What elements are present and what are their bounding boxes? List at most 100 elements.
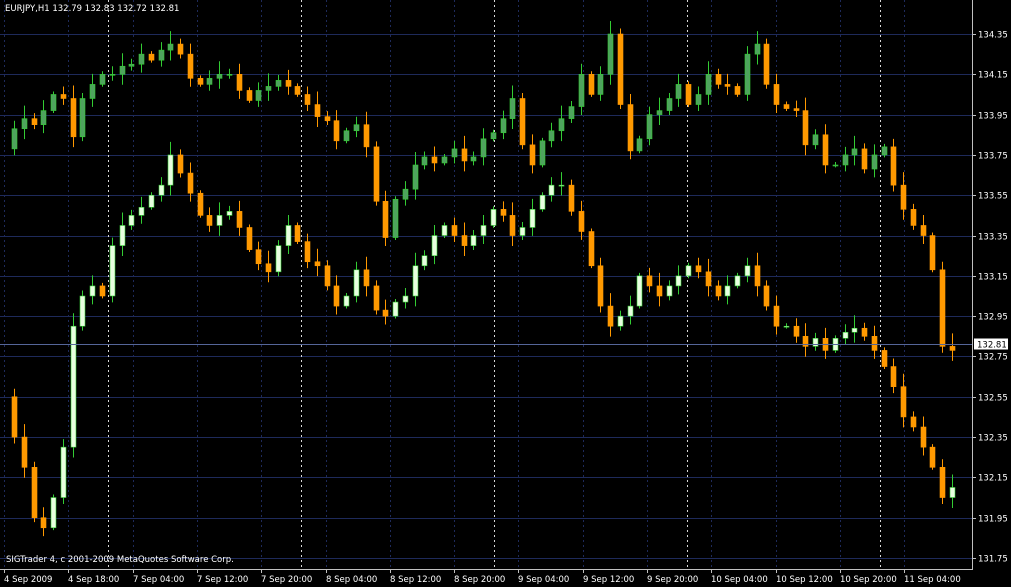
bull-candle-body <box>695 94 702 105</box>
bull-candle-body <box>470 235 477 246</box>
bear-candle-body <box>568 184 575 212</box>
bull-candle-body <box>754 43 761 55</box>
candle-series-upper <box>11 21 956 361</box>
bull-candle-body <box>490 132 497 140</box>
candle <box>431 146 438 172</box>
axes <box>0 0 973 570</box>
candle <box>177 38 184 59</box>
bull-candle-body <box>500 118 507 134</box>
bear-candle-body <box>236 211 243 228</box>
candle <box>353 261 360 303</box>
bear-candle-body <box>734 86 741 95</box>
bear-candle-body <box>148 53 155 61</box>
candle <box>851 135 858 166</box>
price-tick-label: 133.15 <box>978 273 1008 283</box>
bear-candle-body <box>70 98 77 138</box>
bull-candle-body <box>871 154 878 170</box>
bull-candle-body <box>353 269 360 297</box>
bull-candle-body <box>206 78 213 85</box>
candle <box>89 73 96 107</box>
bear-candle-body <box>31 118 38 125</box>
candle <box>900 373 907 428</box>
bear-candle-body <box>324 265 331 287</box>
bull-candle-body <box>646 114 653 140</box>
candle <box>842 146 849 172</box>
candle <box>197 75 204 87</box>
price-chart[interactable]: 134.35 134.15 133.95 133.75 133.55 133.35 133.… <box>0 0 1011 587</box>
candle <box>50 494 57 531</box>
candle <box>568 179 575 216</box>
bull-candle-body <box>881 146 888 156</box>
bull-candle-body <box>50 94 57 111</box>
bull-candle-body <box>851 327 858 333</box>
candle <box>675 265 682 295</box>
bull-candle-body <box>119 65 126 75</box>
bear-candle-body <box>255 249 262 265</box>
candle <box>802 323 809 357</box>
bear-candle-body <box>187 53 194 79</box>
bull-candle-body <box>343 295 350 307</box>
bear-candle-body <box>382 309 389 317</box>
price-tick-label: 133.35 <box>978 233 1008 243</box>
candle <box>216 202 223 236</box>
bear-candle-body <box>246 90 253 101</box>
candle <box>715 280 722 301</box>
candle <box>920 214 927 244</box>
bull-candle-body <box>421 255 428 267</box>
candle <box>900 172 907 220</box>
candle <box>138 196 145 224</box>
bull-candle-body <box>558 184 565 187</box>
bear-candle-body <box>627 104 634 152</box>
candle <box>11 388 18 444</box>
candle <box>275 74 282 91</box>
candle <box>119 53 126 85</box>
bear-candle-body <box>333 120 340 142</box>
bear-candle-body <box>939 467 946 498</box>
candle <box>607 21 614 85</box>
candle <box>119 212 126 257</box>
bull-candle-body <box>636 138 643 152</box>
candle <box>470 151 477 166</box>
period-separators <box>108 0 881 569</box>
bull-candle-body <box>431 235 438 256</box>
candle <box>695 257 702 279</box>
bear-candle-body <box>265 263 272 273</box>
bear-candle-body <box>373 146 380 202</box>
bull-candle-body <box>470 156 477 162</box>
bear-candle-body <box>705 271 712 287</box>
candle <box>744 257 751 283</box>
candle <box>617 28 624 109</box>
bear-candle-body <box>802 110 809 146</box>
candle <box>470 230 477 251</box>
bull-candle-body <box>421 156 428 166</box>
bull-candle-body <box>167 43 174 51</box>
bear-candle-body <box>373 285 380 311</box>
bear-candle-body <box>588 231 595 267</box>
time-tick-label: 4 Sep 2009 <box>4 575 52 585</box>
time-tick-label: 8 Sep 12:00 <box>390 575 441 585</box>
candle <box>421 151 428 170</box>
bull-candle-body <box>480 225 487 236</box>
candle <box>627 94 634 160</box>
bear-candle-body <box>285 80 292 87</box>
bull-candle-body <box>402 188 409 200</box>
time-tick-label: 9 Sep 20:00 <box>647 575 698 585</box>
candle <box>382 190 389 246</box>
candle <box>509 202 516 246</box>
candle <box>890 358 897 394</box>
bear-candle-body <box>607 305 614 327</box>
bear-candle-body <box>900 386 907 418</box>
bull-candle-body <box>666 98 673 111</box>
candle <box>60 86 67 105</box>
bull-candle-body <box>441 156 448 164</box>
candle <box>79 92 86 142</box>
candle <box>294 222 301 244</box>
price-tick-label: 131.75 <box>978 555 1008 565</box>
bull-candle-body <box>128 63 135 67</box>
candle <box>881 347 888 369</box>
bear-candle-body <box>294 225 301 242</box>
bear-candle-body <box>31 467 38 518</box>
bull-candle-body <box>832 164 839 167</box>
bull-candle-body <box>558 118 565 132</box>
candle <box>265 250 272 283</box>
